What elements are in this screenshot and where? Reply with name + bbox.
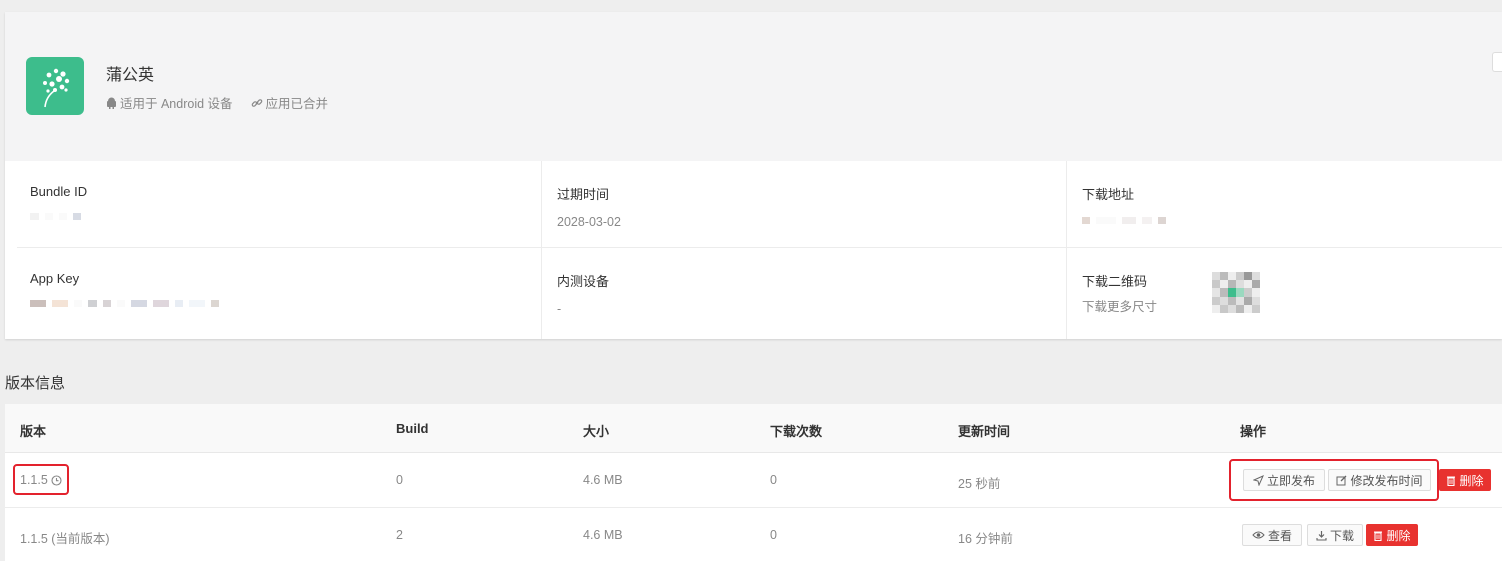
download-icon xyxy=(1316,530,1327,541)
expire-value: 2028-03-02 xyxy=(557,215,621,229)
delete-button[interactable]: 删除 xyxy=(1439,469,1491,491)
devices-cell: 内测设备 - xyxy=(557,271,609,316)
bundle-id-cell: Bundle ID xyxy=(30,184,87,220)
header-updated: 更新时间 xyxy=(958,424,1011,439)
merged-info[interactable]: 应用已合并 xyxy=(251,93,329,112)
size-value: 4.6 MB xyxy=(583,473,623,487)
app-icon xyxy=(26,57,84,115)
download-button[interactable]: 下载 xyxy=(1307,524,1363,546)
view-label: 查看 xyxy=(1267,528,1292,543)
download-url-cell: 下载地址 xyxy=(1082,184,1166,224)
platform-info: 适用于 Android 设备 xyxy=(106,93,233,112)
bundle-id-value-blurred xyxy=(30,213,87,220)
app-card: 蒲公英 适用于 Android 设备 应用已合并 Bundle ID 过期时间 … xyxy=(5,12,1502,339)
view-button[interactable]: 查看 xyxy=(1242,524,1302,546)
qrcode-cell: 下载二维码 下载更多尺寸 xyxy=(1082,271,1157,315)
qrcode-image[interactable] xyxy=(1212,272,1260,313)
bundle-id-label: Bundle ID xyxy=(30,184,88,199)
delete-label: 删除 xyxy=(1459,473,1484,488)
version-value: 1.1.5 (当前版本) xyxy=(20,532,110,546)
devices-value: - xyxy=(557,302,562,316)
build-value: 0 xyxy=(396,473,403,487)
annotation-box-actions xyxy=(1229,459,1439,501)
app-meta: 适用于 Android 设备 应用已合并 xyxy=(106,93,346,112)
devices-label: 内测设备 xyxy=(557,274,610,289)
expire-cell: 过期时间 2028-03-02 xyxy=(557,184,621,229)
delete-button[interactable]: 删除 xyxy=(1366,524,1418,546)
platform-label: 适用于 Android 设备 xyxy=(120,97,233,111)
merged-label: 应用已合并 xyxy=(265,97,329,111)
header-build: Build xyxy=(396,421,429,436)
download-url-value-blurred[interactable] xyxy=(1082,217,1166,224)
eye-icon xyxy=(1252,531,1265,539)
downloads-value: 0 xyxy=(770,528,777,542)
app-key-value-blurred xyxy=(30,300,219,307)
header-actions: 操作 xyxy=(1240,424,1267,439)
download-url-label: 下载地址 xyxy=(1082,187,1135,202)
header-downloads: 下载次数 xyxy=(770,424,823,439)
trash-icon xyxy=(1447,476,1456,486)
link-icon xyxy=(251,98,262,107)
downloads-value: 0 xyxy=(770,473,777,487)
header-version: 版本 xyxy=(20,424,47,439)
android-icon xyxy=(107,97,116,109)
delete-label: 删除 xyxy=(1386,528,1411,543)
app-key-cell: App Key xyxy=(30,271,219,307)
expire-label: 过期时间 xyxy=(557,187,610,202)
updated-value: 16 分钟前 xyxy=(958,532,1013,546)
size-value: 4.6 MB xyxy=(583,528,623,542)
qrcode-more-link[interactable]: 下载更多尺寸 xyxy=(1082,296,1157,315)
table-row: 1.1.5 (当前版本) 2 4.6 MB 0 16 分钟前 查看 下载 删除 xyxy=(5,508,1502,561)
app-header: 蒲公英 适用于 Android 设备 应用已合并 xyxy=(5,12,1502,161)
versions-section-title: 版本信息 xyxy=(5,375,66,392)
build-value: 2 xyxy=(396,528,403,542)
header-size: 大小 xyxy=(583,424,610,439)
side-tab[interactable] xyxy=(1492,52,1502,72)
trash-icon xyxy=(1374,531,1383,541)
app-key-label: App Key xyxy=(30,271,80,286)
updated-value: 25 秒前 xyxy=(958,477,1001,491)
info-grid: Bundle ID 过期时间 2028-03-02 下载地址 App Key 内… xyxy=(17,161,1502,339)
download-label: 下载 xyxy=(1329,528,1354,543)
annotation-box-version xyxy=(13,464,69,495)
app-name: 蒲公英 xyxy=(106,67,155,84)
qrcode-label: 下载二维码 xyxy=(1082,274,1148,289)
table-header: 版本 Build 大小 下载次数 更新时间 操作 xyxy=(5,404,1502,453)
